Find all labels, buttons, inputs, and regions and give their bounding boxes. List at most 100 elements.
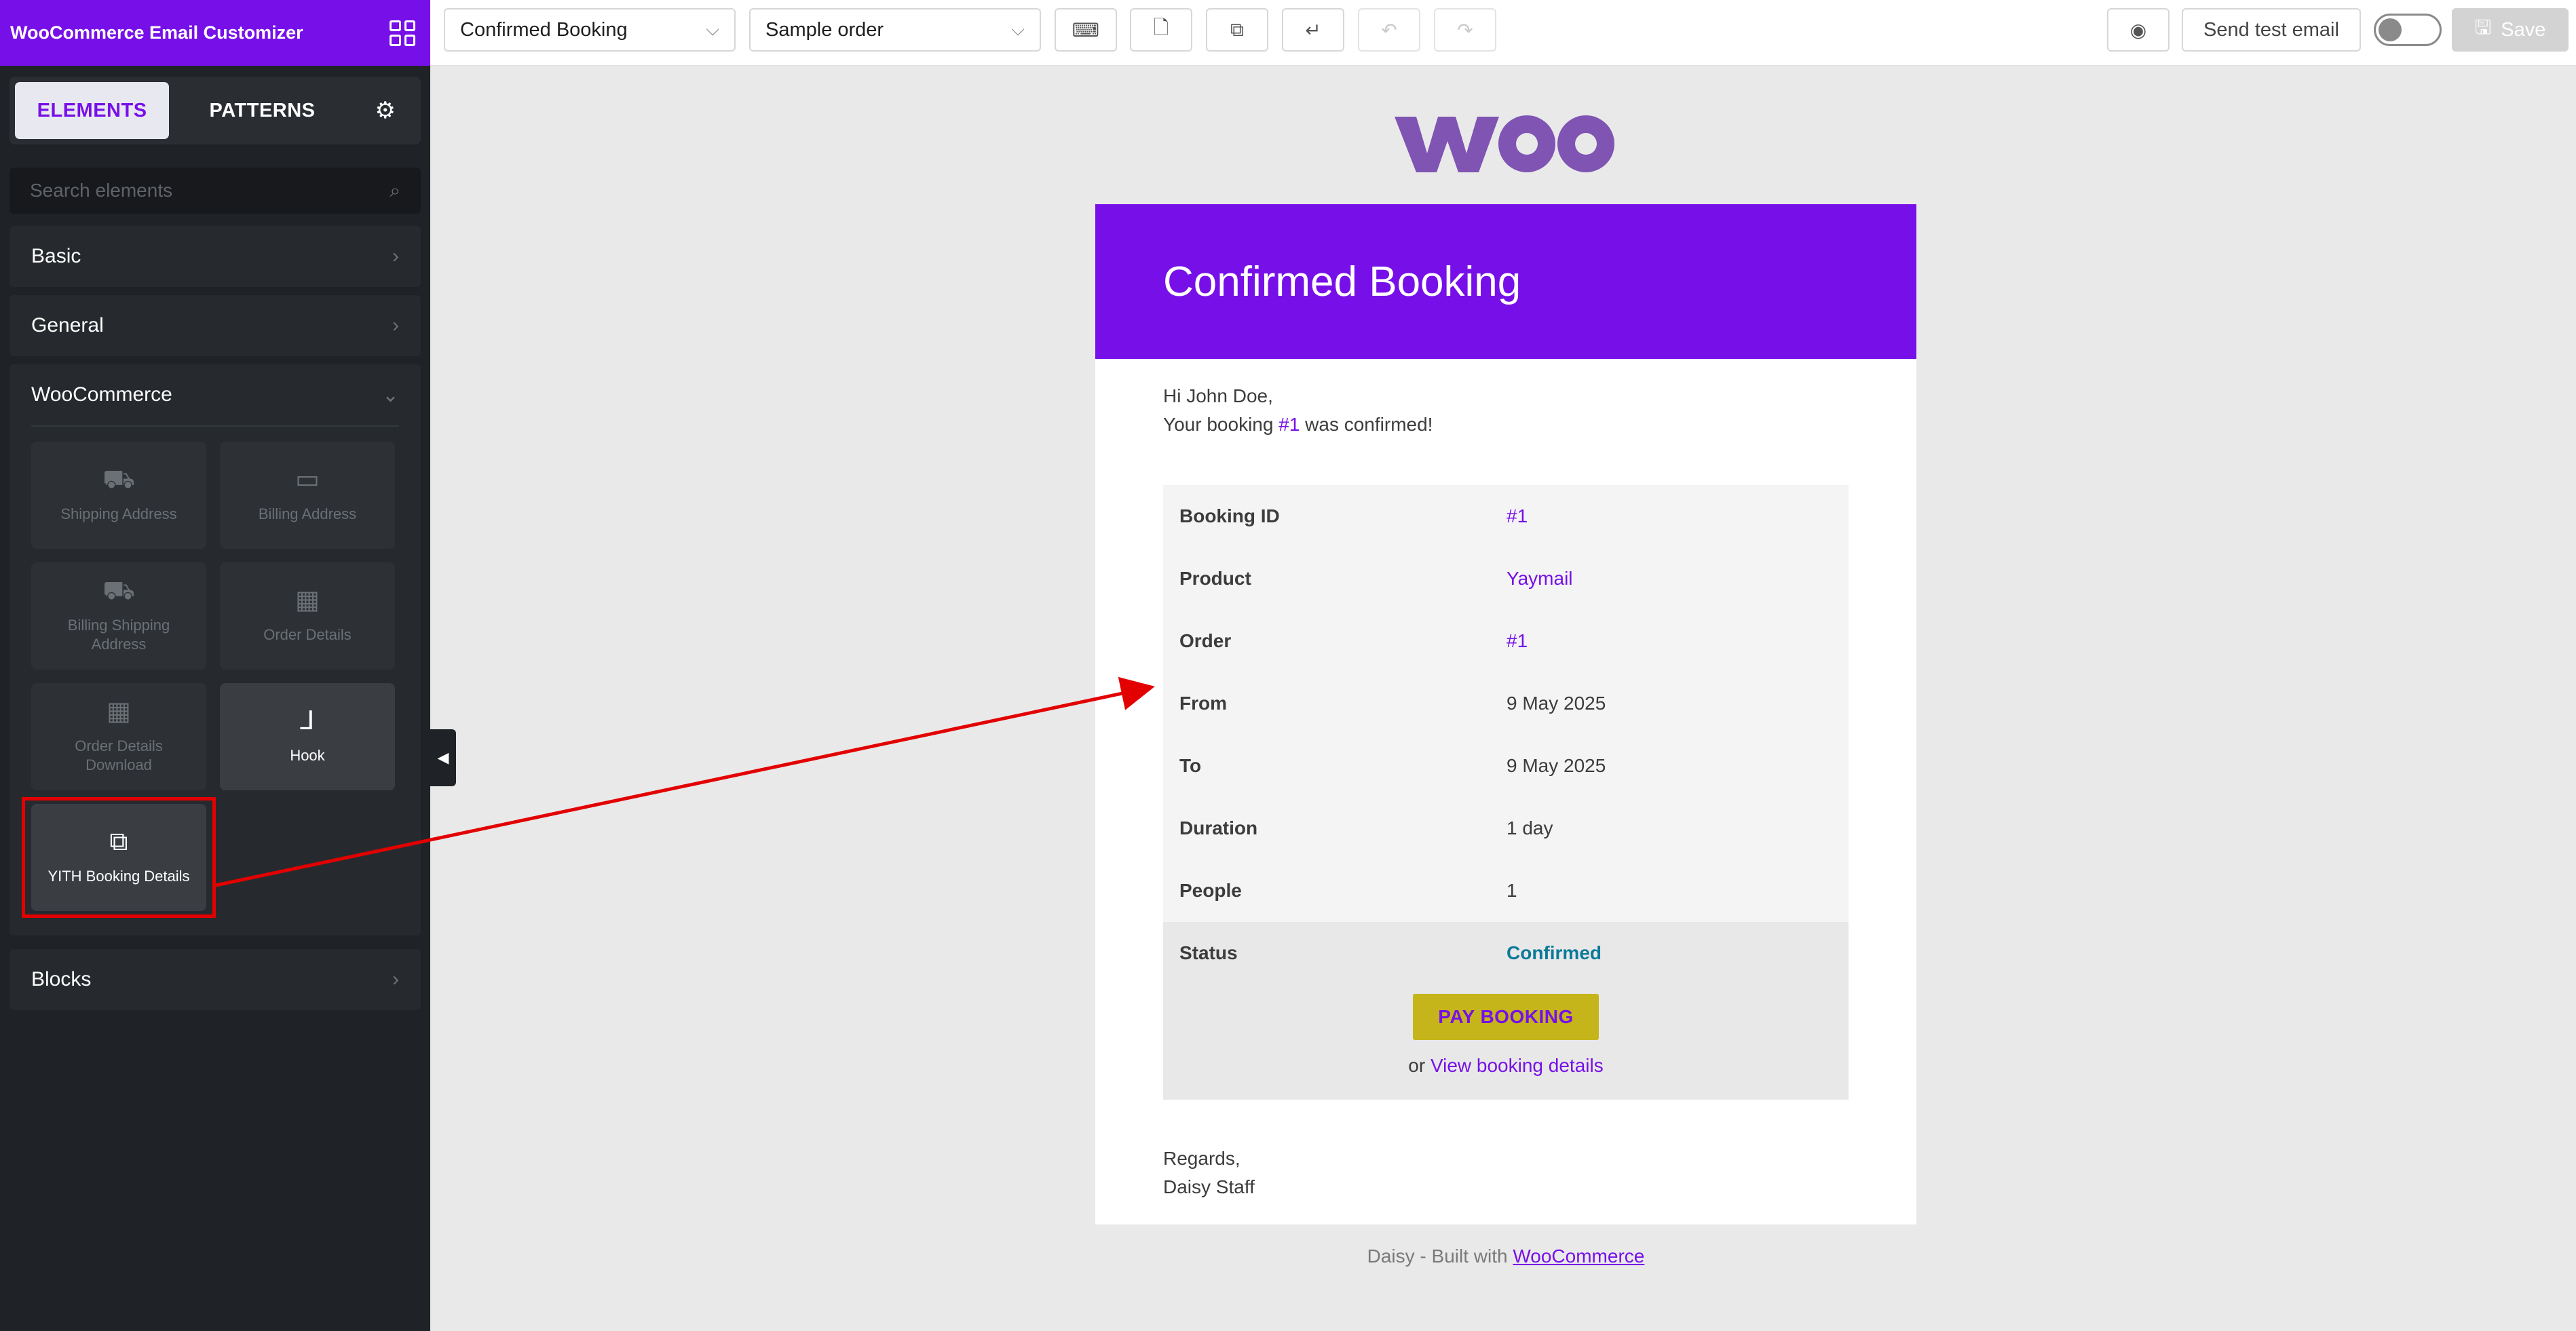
woo-logo [1395, 115, 1614, 172]
booking-number-link[interactable]: #1 [1278, 414, 1300, 435]
booking-line-prefix: Your booking [1163, 414, 1279, 435]
row-key: People [1179, 880, 1242, 901]
section-basic[interactable]: Basic › [10, 226, 421, 287]
status-block: Status Confirmed PAY BOOKING or View book… [1163, 922, 1849, 1100]
section-blocks[interactable]: Blocks › [10, 949, 421, 1010]
email-greeting[interactable]: Hi John Doe, Your booking #1 was confirm… [1095, 359, 1916, 439]
undo-icon: ↶ [1381, 19, 1397, 41]
redo-button[interactable]: ↷ [1434, 8, 1496, 52]
email-heading: Confirmed Booking [1163, 258, 1521, 305]
send-test-email-button[interactable]: Send test email [2182, 8, 2361, 52]
element-card-order-details-download[interactable]: ▦ Order Details Download [31, 683, 206, 790]
status-value: Confirmed [1507, 942, 1602, 963]
section-general-label: General [31, 314, 104, 336]
section-woocommerce-header[interactable]: WooCommerce ⌄ [10, 364, 421, 425]
row-value: 9 May 2025 [1507, 755, 1606, 776]
template-button[interactable]: 🗋 [1130, 8, 1192, 52]
row-value: 1 [1507, 880, 1517, 901]
order-select[interactable]: Sample order ⌵ [749, 8, 1041, 52]
save-button[interactable]: 🖫 Save [2452, 8, 2569, 52]
app-title: WooCommerce Email Customizer [10, 22, 303, 43]
element-card-label: YITH Booking Details [48, 868, 190, 885]
save-icon: 🖫 [2474, 16, 2492, 39]
email-signoff[interactable]: Regards, Daisy Staff [1095, 1100, 1916, 1201]
row-key: Product [1179, 568, 1251, 589]
sidebar: WooCommerce Email Customizer ELEMENTS PA… [0, 0, 430, 1331]
row-value-link[interactable]: #1 [1507, 630, 1528, 652]
pay-booking-button[interactable]: PAY BOOKING [1413, 994, 1599, 1040]
element-card-yith-booking-details[interactable]: ⧉ YITH Booking Details [22, 797, 216, 918]
table-row: From 9 May 2025 [1163, 672, 1849, 735]
chevron-right-icon: › [392, 314, 399, 336]
truck-icon: ⛟ [102, 465, 135, 494]
id-card-icon: ▭ [295, 465, 320, 494]
chevron-right-icon: › [392, 245, 399, 267]
table-icon: ▦ [295, 586, 320, 615]
file-icon: 🗋 [1153, 17, 1169, 38]
element-card-billing-address[interactable]: ▭ Billing Address [220, 442, 395, 549]
table-row: Order #1 [1163, 610, 1849, 672]
terminal-button[interactable]: ⌨ [1055, 8, 1117, 52]
booking-confirm-line: Your booking #1 was confirmed! [1163, 410, 1849, 439]
table-row: Duration 1 day [1163, 797, 1849, 860]
chevron-down-icon: ⌵ [706, 19, 719, 39]
settings-gear-icon[interactable]: ⚙ [356, 82, 415, 139]
row-key: From [1179, 693, 1227, 714]
hook-icon: ⅃ [300, 707, 315, 735]
element-card-label: Billing Address [258, 505, 357, 522]
eye-icon: ◉ [2129, 19, 2147, 41]
annotation-highlight-box [22, 797, 216, 918]
sidebar-tabs: ELEMENTS PATTERNS ⚙ [10, 77, 421, 144]
regards-text: Regards, [1163, 1148, 1240, 1169]
greeting-line: Hi John Doe, [1163, 385, 1273, 406]
copy-button[interactable]: ⧉ [1206, 8, 1268, 52]
toggle-switch[interactable] [2374, 14, 2442, 46]
search-bar: ⌕ [10, 168, 421, 214]
section-basic-label: Basic [31, 245, 81, 267]
email-type-value: Confirmed Booking [460, 18, 628, 41]
tab-elements[interactable]: ELEMENTS [15, 82, 170, 139]
email-type-select[interactable]: Confirmed Booking ⌵ [444, 8, 736, 52]
row-value: 1 day [1507, 817, 1553, 838]
row-key: Duration [1179, 817, 1258, 838]
signature-text: Daisy Staff [1163, 1176, 1255, 1197]
element-card-label: Order Details [263, 626, 352, 643]
woocommerce-link[interactable]: WooCommerce [1513, 1246, 1644, 1267]
email-header-banner[interactable]: Confirmed Booking [1095, 204, 1916, 359]
row-key: Booking ID [1179, 505, 1280, 526]
email-footer: Daisy - Built with WooCommerce [1095, 1246, 1916, 1267]
element-card-shipping-address[interactable]: ⛟ Shipping Address [31, 442, 206, 549]
copy-icon: ⧉ [1230, 18, 1244, 40]
booking-details-table[interactable]: Booking ID #1 Product Yaymail Order #1 From… [1163, 485, 1849, 1100]
element-card-hook[interactable]: ⅃ Hook [220, 683, 395, 790]
search-icon[interactable]: ⌕ [390, 180, 400, 202]
table-row: People 1 [1163, 860, 1849, 922]
truck-card-icon: ⛟ [102, 577, 135, 605]
row-value-link[interactable]: Yaymail [1507, 568, 1573, 590]
or-text: or [1408, 1055, 1431, 1076]
redo-icon: ↷ [1457, 19, 1473, 41]
save-label: Save [2501, 18, 2546, 41]
section-woocommerce-label: WooCommerce [31, 383, 172, 406]
table-row: Product Yaymail [1163, 547, 1849, 610]
preview-button[interactable]: ◉ [2107, 8, 2170, 52]
section-general[interactable]: General › [10, 295, 421, 356]
row-value-link[interactable]: #1 [1507, 505, 1528, 527]
reset-button[interactable]: ↵ [1282, 8, 1344, 52]
status-label: Status [1179, 942, 1238, 963]
element-card-billing-shipping-address[interactable]: ⛟ Billing Shipping Address [31, 562, 206, 670]
table-icon: ▦ [107, 697, 131, 726]
tab-patterns[interactable]: PATTERNS [176, 82, 349, 139]
view-booking-details-link[interactable]: View booking details [1431, 1055, 1604, 1076]
element-card-order-details[interactable]: ▦ Order Details [220, 562, 395, 670]
undo-button[interactable]: ↶ [1358, 8, 1420, 52]
status-row: Status Confirmed [1163, 922, 1849, 984]
chevron-down-icon: ⌵ [1011, 19, 1025, 39]
toggle-knob [2379, 18, 2402, 41]
search-input[interactable] [30, 180, 356, 201]
sidebar-collapse-handle[interactable]: ◀ [430, 729, 456, 786]
grid-menu-icon[interactable] [390, 20, 415, 46]
element-card-label: Billing Shipping Address [67, 617, 170, 653]
order-select-value: Sample order [765, 18, 884, 41]
element-card-label: Order Details Download [75, 737, 163, 773]
